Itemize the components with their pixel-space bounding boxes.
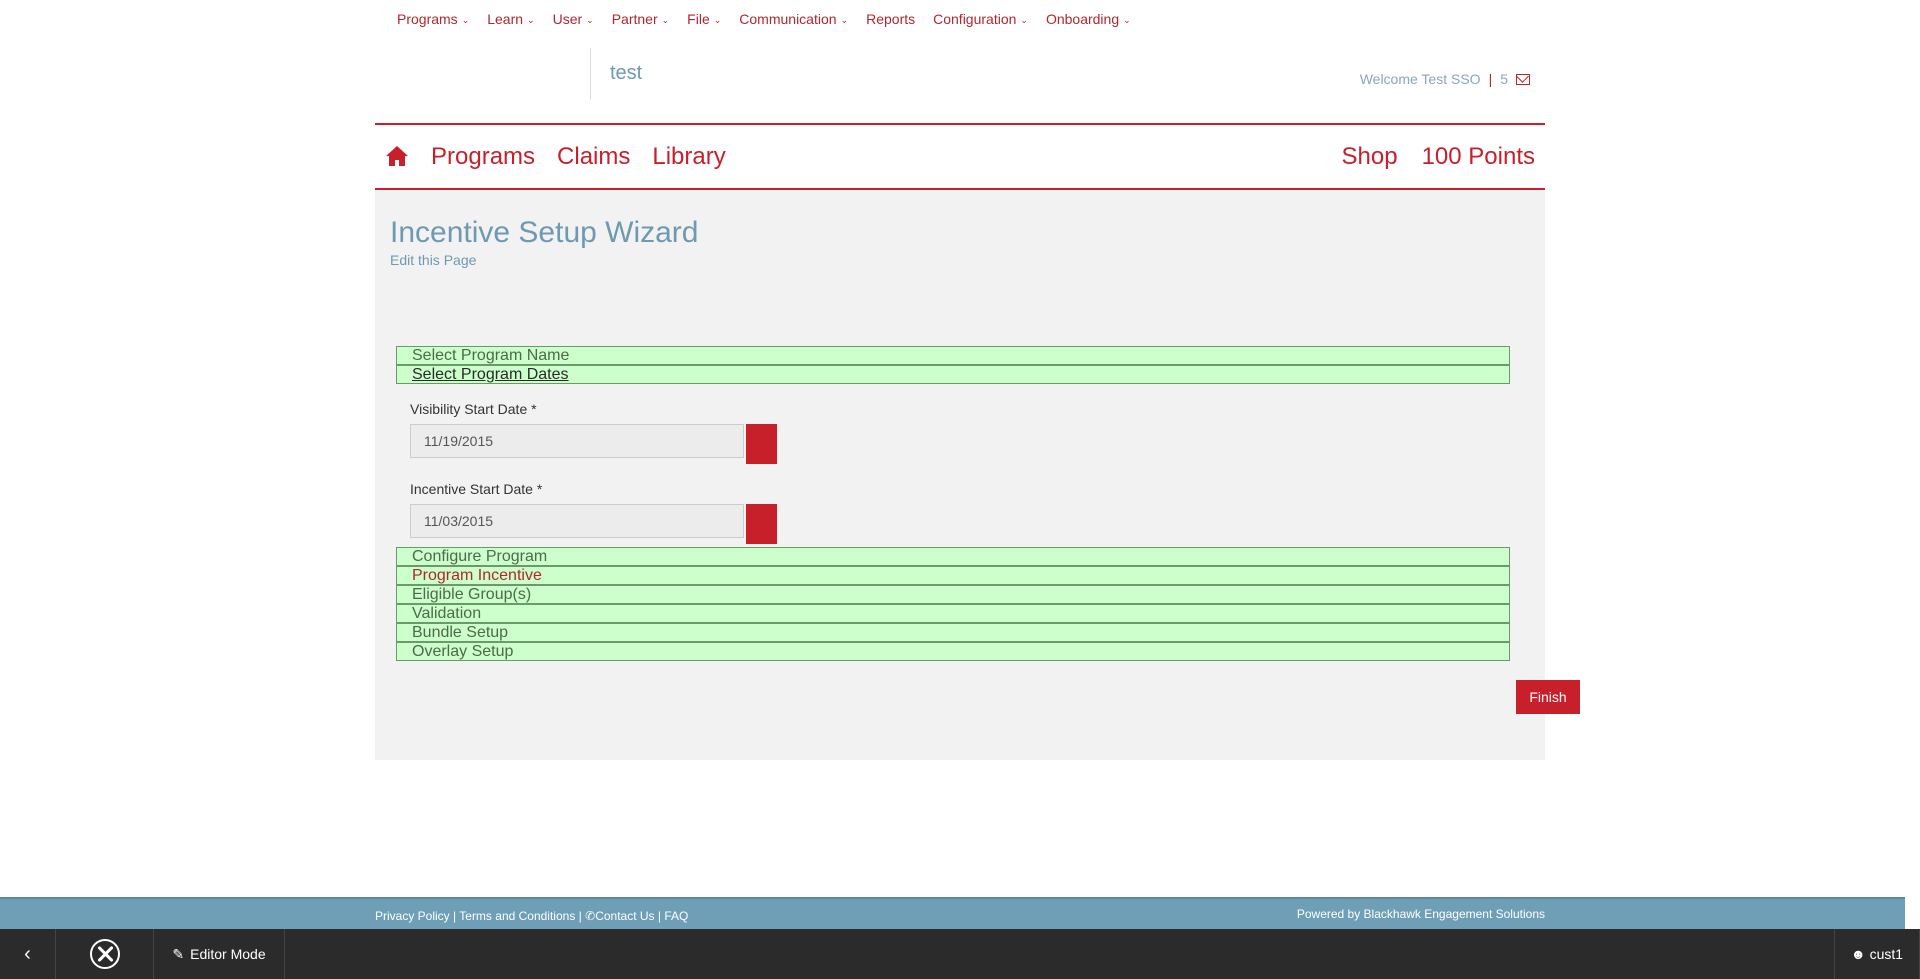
edit-page-link[interactable]: Edit this Page: [390, 252, 476, 268]
editor-mode-button[interactable]: ✎ Editor Mode: [154, 929, 285, 979]
nav-programs[interactable]: Programs: [431, 143, 535, 171]
footer-links: Privacy Policy | Terms and Conditions | …: [375, 909, 688, 923]
content-panel: Incentive Setup Wizard Edit this Page Se…: [375, 190, 1545, 760]
chevron-down-icon: ⌄: [461, 14, 470, 25]
chevron-down-icon: ⌄: [713, 14, 722, 25]
chevron-down-icon: ⌄: [527, 14, 535, 25]
step-bundle-setup[interactable]: Bundle Setup: [396, 623, 1510, 642]
powered-by: Powered by Blackhawk Engagement Solution…: [1296, 907, 1545, 921]
step-label: Bundle Setup: [412, 624, 509, 641]
logo-icon: [89, 939, 120, 969]
page-title: Incentive Setup Wizard: [390, 216, 699, 249]
menu-label: File: [687, 11, 710, 27]
step-label: Eligible Group(s): [412, 586, 532, 603]
menu-label: Configuration: [933, 11, 1017, 27]
step-overlay-setup[interactable]: Overlay Setup: [396, 642, 1510, 661]
main-nav: Programs Claims Library Shop 100 Points: [375, 123, 1545, 190]
user-label: cust1: [1869, 946, 1904, 962]
nav-claims[interactable]: Claims: [557, 143, 630, 171]
menu-label: Programs: [397, 11, 458, 27]
admin-menu-reports[interactable]: Reports: [866, 11, 915, 27]
nav-points[interactable]: 100 Points: [1422, 143, 1535, 171]
nav-shop[interactable]: Shop: [1342, 143, 1398, 171]
step-label: Validation: [412, 605, 482, 622]
step-label: Select Program Name: [412, 347, 570, 364]
step-eligible-groups[interactable]: Eligible Group(s): [396, 585, 1510, 604]
privacy-policy-link[interactable]: Privacy Policy: [375, 909, 450, 923]
nav-library[interactable]: Library: [652, 143, 725, 171]
admin-menu-configuration[interactable]: Configuration ⌄: [933, 11, 1028, 27]
footer: Privacy Policy | Terms and Conditions | …: [0, 897, 1905, 929]
site-title[interactable]: test: [610, 62, 642, 85]
visibility-start-label: Visibility Start Date *: [410, 401, 537, 417]
menu-label: User: [552, 11, 583, 27]
nav-right: Shop 100 Points: [1318, 143, 1535, 171]
admin-menu-file[interactable]: File ⌄: [687, 11, 721, 27]
toolbar-logo-button[interactable]: [56, 929, 154, 979]
message-count[interactable]: 5: [1500, 71, 1508, 87]
pencil-icon: ✎: [172, 945, 185, 962]
step-configure-program[interactable]: Configure Program: [396, 547, 1510, 566]
step-label: Overlay Setup: [412, 643, 514, 660]
admin-menu: Programs ⌄ Learn ⌄ User ⌄ Partner ⌄ File ⌄ Co…: [397, 11, 1149, 27]
step-label: Program Incentive: [412, 567, 542, 584]
admin-menu-programs[interactable]: Programs ⌄: [397, 11, 469, 27]
incentive-start-input[interactable]: 11/03/2015: [410, 504, 744, 538]
phone-icon: ✆: [585, 909, 596, 923]
step-validation[interactable]: Validation: [396, 604, 1510, 623]
step-program-incentive[interactable]: Program Incentive: [396, 566, 1510, 585]
chevron-down-icon: ⌄: [661, 14, 670, 25]
menu-label: Communication: [739, 11, 837, 27]
finish-button[interactable]: Finish: [1516, 680, 1580, 714]
admin-menu-learn[interactable]: Learn ⌄: [487, 11, 534, 27]
separator: |: [1488, 71, 1493, 87]
admin-menu-onboarding[interactable]: Onboarding ⌄: [1046, 11, 1131, 27]
contact-us-link[interactable]: Contact Us: [595, 909, 654, 923]
menu-label: Onboarding: [1045, 11, 1120, 27]
step-label: Select Program Dates: [412, 366, 569, 383]
user-icon: ☻: [1850, 946, 1866, 962]
welcome-text[interactable]: Welcome Test SSO: [1360, 71, 1481, 87]
editor-toolbar: ‹ ✎ Editor Mode ☻ cust1: [0, 929, 1920, 979]
chevron-down-icon: ⌄: [840, 14, 849, 25]
admin-menu-partner[interactable]: Partner ⌄: [612, 11, 669, 27]
chevron-down-icon: ⌄: [1123, 14, 1131, 25]
faq-link[interactable]: FAQ: [664, 909, 688, 923]
menu-label: Learn: [487, 11, 524, 27]
step-select-program-name[interactable]: Select Program Name: [396, 346, 1510, 365]
menu-label: Partner: [611, 11, 658, 27]
chevron-down-icon: ⌄: [1020, 14, 1028, 25]
incentive-start-label: Incentive Start Date *: [410, 481, 543, 497]
incentive-calendar-button[interactable]: [746, 504, 777, 544]
editor-mode-label: Editor Mode: [190, 946, 266, 962]
admin-menu-communication[interactable]: Communication ⌄: [739, 11, 848, 27]
home-icon[interactable]: [385, 145, 411, 169]
footer-separator: |: [654, 909, 665, 923]
menu-label: Reports: [866, 11, 916, 27]
welcome-bar: Welcome Test SSO | 5: [1360, 71, 1530, 87]
user-menu-button[interactable]: ☻ cust1: [1834, 929, 1920, 979]
terms-link[interactable]: Terms and Conditions: [459, 909, 575, 923]
footer-separator: |: [575, 909, 586, 923]
chevron-left-icon[interactable]: ‹: [0, 929, 56, 979]
brand-divider: [590, 48, 591, 100]
chevron-down-icon: ⌄: [586, 14, 594, 25]
step-label: Configure Program: [412, 548, 548, 565]
envelope-icon[interactable]: [1516, 73, 1530, 85]
step-select-program-dates[interactable]: Select Program Dates: [396, 365, 1510, 384]
visibility-start-input[interactable]: 11/19/2015: [410, 424, 744, 458]
footer-separator: |: [449, 909, 460, 923]
admin-menu-user[interactable]: User ⌄: [553, 11, 594, 27]
visibility-calendar-button[interactable]: [746, 424, 777, 464]
